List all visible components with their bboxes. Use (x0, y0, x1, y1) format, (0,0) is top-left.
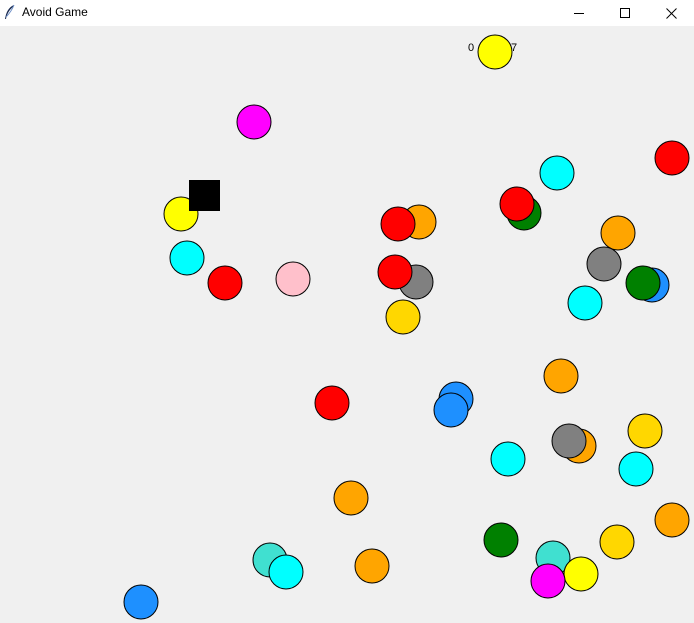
player-square[interactable] (189, 180, 220, 211)
ball (380, 206, 416, 242)
ball (123, 584, 159, 620)
ball (275, 261, 311, 297)
ball (530, 563, 566, 599)
game-canvas[interactable]: 0 7 (0, 26, 694, 623)
window-title: Avoid Game (22, 5, 88, 19)
ball (499, 186, 535, 222)
maximize-icon (620, 8, 630, 18)
ball (625, 265, 661, 301)
ball (433, 392, 469, 428)
ball (563, 556, 599, 592)
minimize-button[interactable] (556, 0, 602, 26)
minimize-icon (574, 13, 584, 14)
ball (385, 299, 421, 335)
maximize-button[interactable] (602, 0, 648, 26)
title-bar: Avoid Game (0, 0, 694, 26)
ball (654, 502, 690, 538)
ball (618, 451, 654, 487)
ball (599, 524, 635, 560)
ball (627, 413, 663, 449)
ball (477, 34, 513, 70)
close-button[interactable] (648, 0, 694, 26)
ball (543, 358, 579, 394)
ball (169, 240, 205, 276)
ball (567, 285, 603, 321)
ball (551, 423, 587, 459)
score-left-text: 0 (468, 42, 474, 54)
close-icon (665, 7, 677, 19)
balls-layer (123, 34, 690, 620)
ball (600, 215, 636, 251)
feather-icon (3, 4, 17, 20)
ball (354, 548, 390, 584)
ball (333, 480, 369, 516)
ball (377, 254, 413, 290)
ball (483, 522, 519, 558)
ball (490, 441, 526, 477)
ball (268, 554, 304, 590)
ball (539, 155, 575, 191)
ball (586, 246, 622, 282)
ball (314, 385, 350, 421)
ball (236, 104, 272, 140)
ball (207, 265, 243, 301)
game-field: 0 7 (123, 34, 690, 620)
ball (654, 140, 690, 176)
